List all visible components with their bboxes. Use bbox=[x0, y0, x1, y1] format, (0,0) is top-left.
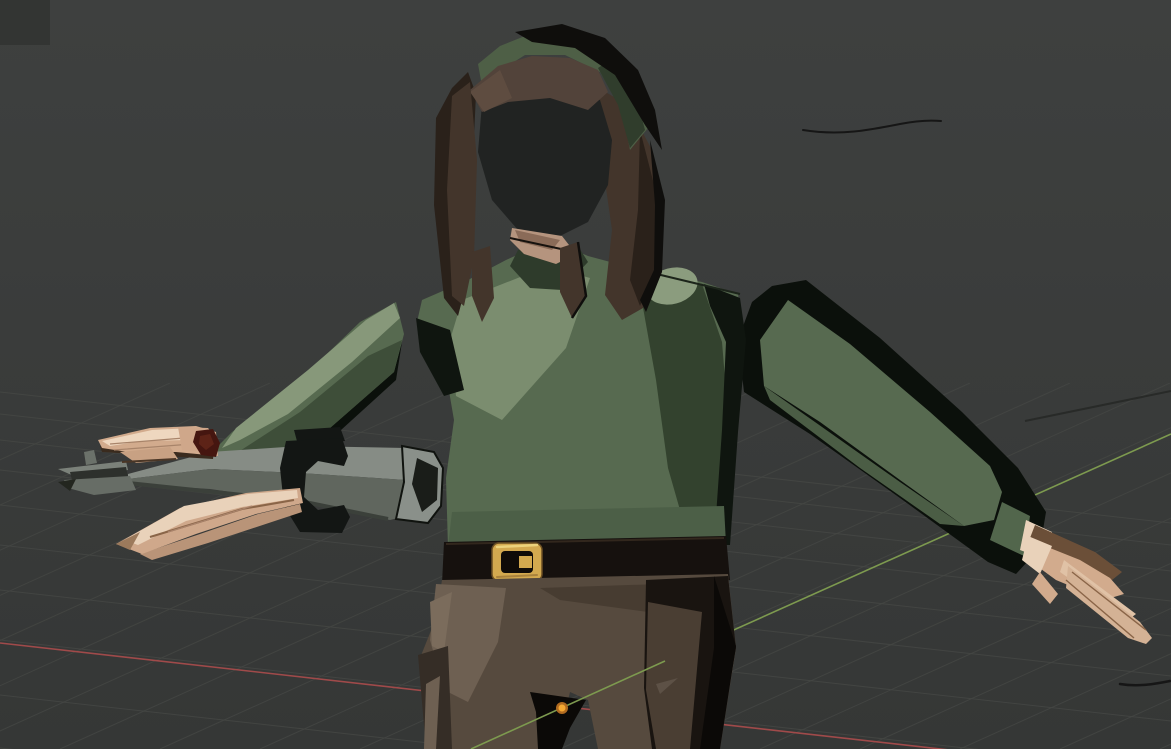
buckle-tab bbox=[519, 556, 532, 568]
origin-point[interactable] bbox=[559, 705, 566, 712]
viewport-3d[interactable] bbox=[0, 0, 1171, 749]
corner-shade bbox=[0, 0, 50, 45]
viewport-canvas[interactable] bbox=[0, 0, 1171, 749]
